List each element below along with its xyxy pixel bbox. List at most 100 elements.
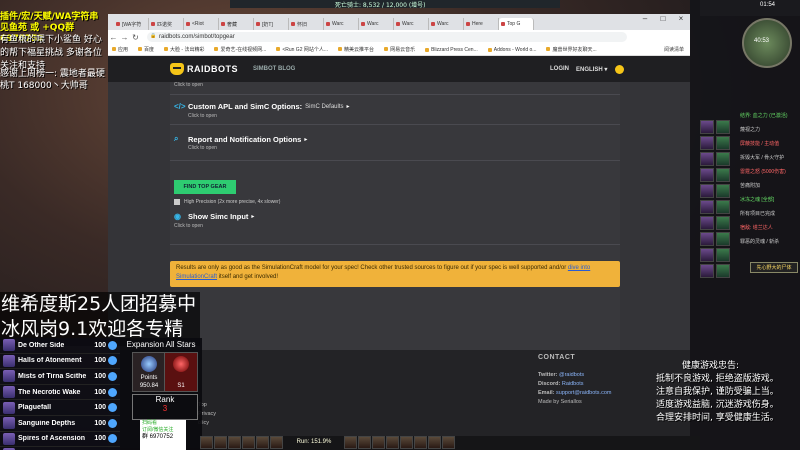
qr-line-2: 订阅/微信关注 (142, 427, 174, 433)
bookmark-item[interactable]: 网易云音乐 (384, 46, 415, 53)
bookmark-item[interactable]: Addons - World o... (487, 47, 536, 53)
browser-tab[interactable]: 怀旧 (289, 18, 324, 30)
minimize-icon[interactable]: – (636, 14, 654, 28)
nav-simbot[interactable]: SIMBOT (253, 66, 276, 72)
bookmark-item[interactable]: 爱奇艺-在线视频网... (214, 46, 266, 53)
affix-icon (108, 387, 117, 397)
action-slot[interactable] (428, 436, 441, 449)
dungeon-score: 100 (94, 435, 106, 443)
bookmark-item[interactable]: <Run G2 网站个人... (276, 46, 328, 53)
dungeon-name: Mists of Tirna Scithe (18, 372, 87, 380)
tracker-button[interactable]: 先心野大的尸体 (750, 262, 798, 273)
email-link[interactable]: support@raidbots.com (556, 390, 611, 396)
action-slot[interactable] (400, 436, 413, 449)
season-icon (173, 356, 189, 372)
bookmark-item[interactable]: 大脸 - 法出精彩 (164, 46, 204, 53)
checkbox-box[interactable] (174, 199, 180, 205)
bookmark-item[interactable]: 魔兽世界好友聊天... (546, 46, 597, 53)
close-icon[interactable]: × (672, 14, 690, 28)
discord-link[interactable]: Raidbots (562, 381, 584, 387)
action-slot[interactable] (344, 436, 357, 449)
tab-strip: [WA字符 匹诺奖 <Riot 奢藏 [奶T] 怀旧 Warc Warc Warc Warc Her… (108, 14, 690, 30)
rank-box: Rank 3 (132, 394, 198, 420)
buff-icon (716, 184, 730, 198)
bookmark-item[interactable]: 百度 (138, 46, 154, 53)
tracker-line: 苦痛附加 (740, 183, 761, 189)
raidbots-logo[interactable]: RAIDBOTS (170, 63, 238, 75)
dungeon-icon (3, 386, 15, 399)
high-precision-checkbox[interactable]: High Precision (2x more precise, 4x slow… (174, 199, 280, 205)
expand-arrow-icon: ▸ (304, 136, 308, 143)
season-label: S1 (177, 383, 185, 389)
game-top-bar: 死亡骑士: 8,532 / 12,000 (增号) (230, 0, 560, 9)
browser-tab[interactable]: 奢藏 (219, 18, 254, 30)
login-link[interactable]: LOGIN (550, 66, 569, 72)
action-slot[interactable] (256, 436, 269, 449)
affix-icon (108, 403, 117, 413)
dungeon-score: 100 (94, 404, 106, 412)
dungeon-score-list: De Other Side 100 Halls of Atonement 100 Mis… (0, 338, 120, 450)
action-slot[interactable] (214, 436, 227, 449)
maximize-icon[interactable]: □ (654, 14, 672, 28)
nav-blog[interactable]: BLOG (278, 66, 295, 72)
footer-made-by: Made by Seriallos (538, 399, 582, 405)
minimap[interactable]: 40:53 (742, 18, 792, 68)
dungeon-name: The Necrotic Wake (18, 388, 81, 396)
buff-icon (716, 200, 730, 214)
reading-list[interactable]: 阅读清单 (664, 46, 684, 53)
expand-arrow-icon: ▸ (346, 104, 350, 110)
topgear-options: Click to open </> Custom APL and SimC Op… (170, 82, 620, 350)
report-section[interactable]: ⌕ Report and Notification Options ▸ (174, 134, 307, 144)
show-simc-toggle[interactable]: ◉ Show Simc Input ▸ (174, 212, 254, 221)
qq-group-number: 群 6970752 (142, 434, 174, 440)
coin-icon[interactable] (615, 65, 624, 74)
raidbots-logo-text: RAIDBOTS (187, 64, 238, 74)
reload-icon[interactable]: ↻ (130, 33, 141, 42)
forward-icon[interactable]: → (119, 33, 130, 42)
buff-icons-column (700, 120, 714, 280)
browser-tab[interactable]: Warc (394, 18, 429, 30)
action-slot[interactable] (386, 436, 399, 449)
find-top-gear-button[interactable]: FIND TOP GEAR (174, 180, 236, 194)
divider (170, 94, 620, 95)
recruit-line-1: 维希度斯25人团招募中 (1, 293, 197, 315)
action-slot[interactable] (242, 436, 255, 449)
browser-tab[interactable]: [WA字符 (114, 18, 149, 30)
bookmark-item[interactable]: 精美云推平台 (338, 46, 374, 53)
browser-tab[interactable]: Top G (499, 18, 534, 30)
action-slot[interactable] (270, 436, 283, 449)
browser-tab[interactable]: [奶T] (254, 18, 289, 30)
browser-tab[interactable]: 匹诺奖 (149, 18, 184, 30)
bookmark-item[interactable]: Blizzard Press Cen... (425, 47, 478, 53)
action-slot[interactable] (442, 436, 455, 449)
browser-tab[interactable]: Warc (429, 18, 464, 30)
language-select[interactable]: ENGLISH ▾ (576, 66, 607, 73)
custom-apl-section[interactable]: </> Custom APL and SimC Options: SimC De… (174, 102, 350, 111)
action-slot[interactable] (228, 436, 241, 449)
buff-icon (700, 120, 714, 134)
action-slot[interactable] (200, 436, 213, 449)
tracker-line: 拆毁大军 / 骨火守护 (740, 155, 785, 161)
click-tip: Click to open (174, 223, 203, 229)
dungeon-name: Sanguine Depths (18, 419, 76, 427)
dungeon-score: 100 (94, 341, 106, 349)
click-tip: Click to open (188, 145, 217, 151)
minimap-text: 40:53 (754, 38, 770, 44)
bookmark-item[interactable]: 应用 (112, 46, 128, 53)
action-slot[interactable] (358, 436, 371, 449)
action-slot[interactable] (372, 436, 385, 449)
back-icon[interactable]: ← (108, 33, 119, 42)
browser-tab[interactable]: Warc (359, 18, 394, 30)
action-slot[interactable] (414, 436, 427, 449)
game-clock: 01:54 (760, 2, 776, 8)
twitter-link[interactable]: @raidbots (559, 372, 584, 378)
footer-twitter-label: Twitter: (538, 372, 558, 378)
address-bar[interactable]: raidbots.com/simbot/topgear (147, 32, 627, 42)
browser-tab[interactable]: Here (464, 18, 499, 30)
health-line: 抵制不良游戏, 拒绝盗版游戏。 (656, 374, 779, 384)
browser-tab[interactable]: <Riot (184, 18, 219, 30)
browser-tab[interactable]: Warc (324, 18, 359, 30)
dungeon-row: De Other Side 100 (0, 338, 120, 354)
points-icon (141, 356, 157, 372)
dungeon-name: Plaguefall (18, 404, 52, 412)
